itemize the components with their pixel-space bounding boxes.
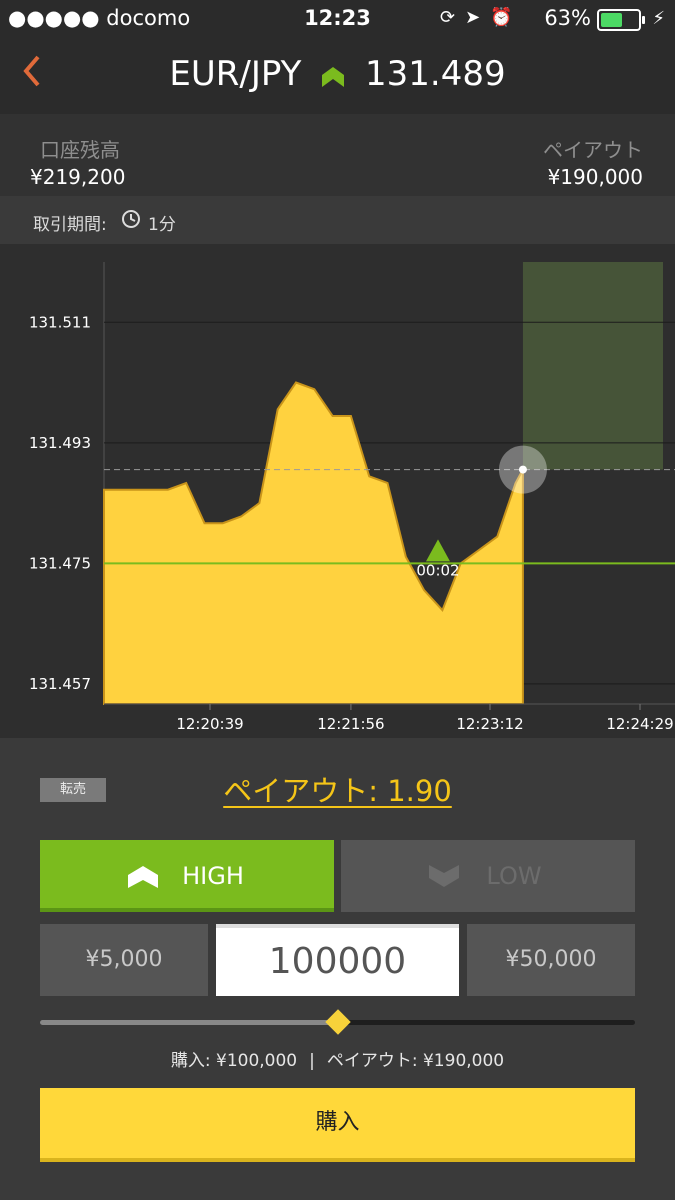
- up-chevron-icon: [322, 56, 345, 96]
- payout-rate-link[interactable]: ペイアウト: 1.90: [0, 768, 675, 810]
- amount-input[interactable]: [216, 924, 459, 996]
- purchase-summary: 購入: ¥100,000 | ペイアウト: ¥190,000: [0, 1046, 675, 1071]
- currency-pair: EUR/JPY: [169, 54, 302, 94]
- trade-period-bar: 取引期間: 1分: [0, 196, 675, 245]
- clock-icon: [122, 210, 140, 228]
- price-chart[interactable]: 131.511 131.493 131.475 131.457 12:20:39 12:2…: [0, 244, 675, 738]
- expiry-zone: [522, 262, 663, 470]
- header: EUR/JPY 131.489: [0, 40, 675, 114]
- summary-buy: 購入: ¥100,000: [170, 1051, 298, 1071]
- y-tick-label: 131.457: [29, 675, 91, 693]
- balance-label: 口座残高: [40, 138, 120, 162]
- y-tick-label: 131.493: [29, 434, 91, 452]
- x-tick-label: 12:21:56: [317, 715, 384, 733]
- x-tick-label: 12:23:12: [456, 715, 523, 733]
- price-area: [103, 381, 524, 705]
- payout-value: ¥190,000: [547, 165, 643, 189]
- battery-percent: 63%: [544, 6, 591, 30]
- period-value: 1分: [148, 215, 176, 235]
- x-tick-label: 12:24:29: [606, 715, 673, 733]
- battery-fill: [601, 13, 623, 27]
- current-price: 131.489: [365, 54, 506, 94]
- amount-slider[interactable]: [40, 1009, 635, 1035]
- current-point: [518, 465, 527, 474]
- status-bar: ●●●●● docomo 12:23 ⟳➤⏰ 63% ⚡: [0, 0, 675, 40]
- amount-preset-50000[interactable]: ¥50,000: [467, 924, 635, 996]
- summary-separator: |: [309, 1051, 315, 1071]
- status-icons: ⟳➤⏰: [440, 7, 523, 28]
- balance-value: ¥219,200: [30, 165, 126, 189]
- battery-icon: [597, 9, 645, 31]
- amount-preset-5000[interactable]: ¥5,000: [40, 924, 208, 996]
- slider-handle[interactable]: [324, 1009, 351, 1035]
- y-tick-label: 131.511: [29, 313, 91, 331]
- summary-payout: ペイアウト: ¥190,000: [326, 1051, 505, 1071]
- entry-marker-icon: [426, 539, 450, 562]
- page-title: EUR/JPY 131.489: [0, 54, 675, 96]
- slider-fill: [40, 1020, 338, 1025]
- low-button[interactable]: LOW: [341, 840, 635, 912]
- period-label: 取引期間:: [33, 215, 107, 235]
- x-tick-label: 12:20:39: [176, 715, 243, 733]
- account-bar: 口座残高 ¥219,200 ペイアウト ¥190,000: [0, 114, 675, 196]
- payout-block: ペイアウト ¥190,000: [543, 134, 643, 189]
- low-label: LOW: [486, 862, 542, 890]
- high-button[interactable]: HIGH: [40, 840, 334, 912]
- chart-svg: 131.511 131.493 131.475 131.457 12:20:39 12:2…: [29, 262, 675, 738]
- trade-panel: 転売 ペイアウト: 1.90 HIGH LOW ¥5,000 ¥50,000 購…: [0, 738, 675, 1200]
- high-label: HIGH: [182, 862, 244, 890]
- buy-button[interactable]: 購入: [40, 1088, 635, 1162]
- charging-icon: ⚡: [652, 8, 665, 29]
- payout-label: ペイアウト: [543, 138, 643, 162]
- y-tick-label: 131.475: [29, 554, 91, 572]
- entry-time-label: 00:02: [416, 561, 459, 579]
- balance-block: 口座残高 ¥219,200: [30, 134, 125, 189]
